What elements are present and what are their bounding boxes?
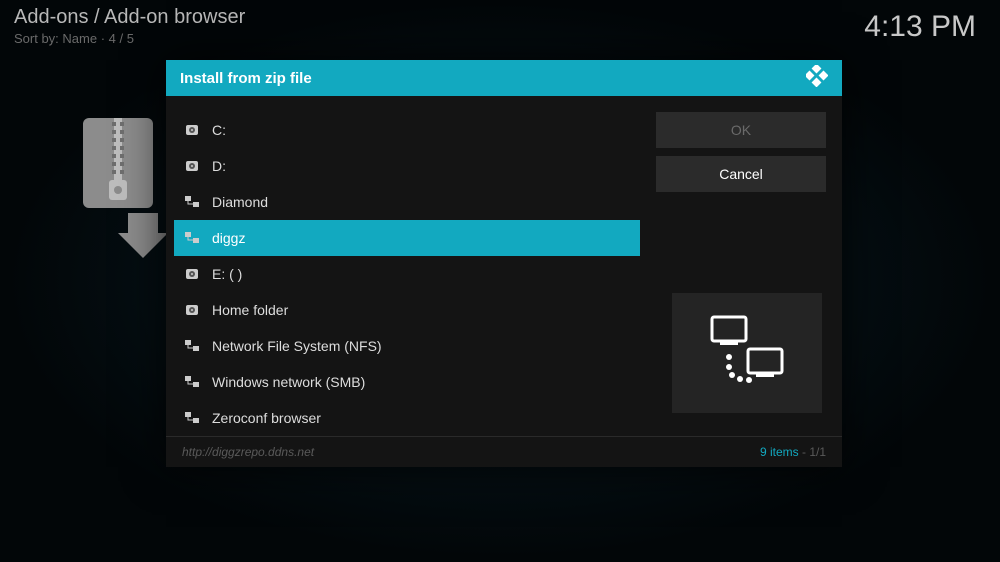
page-header: Add-ons / Add-on browser Sort by: Name ·… bbox=[14, 6, 245, 46]
drive-icon bbox=[182, 159, 202, 173]
sort-line: Sort by: Name · 4 / 5 bbox=[14, 31, 245, 46]
file-item-label: diggz bbox=[212, 230, 245, 246]
file-item-label: C: bbox=[212, 122, 226, 138]
install-zip-dialog: Install from zip file C: D: Diamond diggz E:… bbox=[166, 60, 842, 467]
file-list: C: D: Diamond diggz E: ( ) Home folder Network… bbox=[174, 112, 640, 436]
breadcrumb: Add-ons / Add-on browser bbox=[14, 6, 245, 29]
file-item[interactable]: Home folder bbox=[174, 292, 640, 328]
file-item-label: Home folder bbox=[212, 302, 288, 318]
network-icon bbox=[182, 196, 202, 208]
file-item-label: Windows network (SMB) bbox=[212, 374, 365, 390]
kodi-logo-icon bbox=[806, 65, 828, 92]
network-preview-icon bbox=[672, 293, 822, 413]
file-item[interactable]: Zeroconf browser bbox=[174, 400, 640, 436]
drive-icon bbox=[182, 303, 202, 317]
drive-icon bbox=[182, 267, 202, 281]
network-icon bbox=[182, 232, 202, 244]
zip-download-icon bbox=[78, 118, 168, 263]
network-icon bbox=[182, 340, 202, 352]
drive-icon bbox=[182, 123, 202, 137]
file-item-label: D: bbox=[212, 158, 226, 174]
file-item-label: Zeroconf browser bbox=[212, 410, 321, 426]
network-icon bbox=[182, 412, 202, 424]
dialog-header: Install from zip file bbox=[166, 60, 842, 96]
footer-count: 9 items - 1/1 bbox=[760, 445, 826, 459]
file-item[interactable]: D: bbox=[174, 148, 640, 184]
dialog-footer: http://diggzrepo.ddns.net 9 items - 1/1 bbox=[166, 436, 842, 467]
file-item[interactable]: E: ( ) bbox=[174, 256, 640, 292]
file-item-label: E: ( ) bbox=[212, 266, 242, 282]
footer-path: http://diggzrepo.ddns.net bbox=[182, 445, 314, 459]
ok-button[interactable]: OK bbox=[656, 112, 826, 148]
network-icon bbox=[182, 376, 202, 388]
file-item-label: Diamond bbox=[212, 194, 268, 210]
file-item[interactable]: Network File System (NFS) bbox=[174, 328, 640, 364]
file-item[interactable]: C: bbox=[174, 112, 640, 148]
file-item[interactable]: Diamond bbox=[174, 184, 640, 220]
cancel-button[interactable]: Cancel bbox=[656, 156, 826, 192]
dialog-title: Install from zip file bbox=[180, 70, 312, 87]
file-item-label: Network File System (NFS) bbox=[212, 338, 382, 354]
clock: 4:13 PM bbox=[864, 10, 976, 44]
file-item[interactable]: diggz bbox=[174, 220, 640, 256]
file-item[interactable]: Windows network (SMB) bbox=[174, 364, 640, 400]
